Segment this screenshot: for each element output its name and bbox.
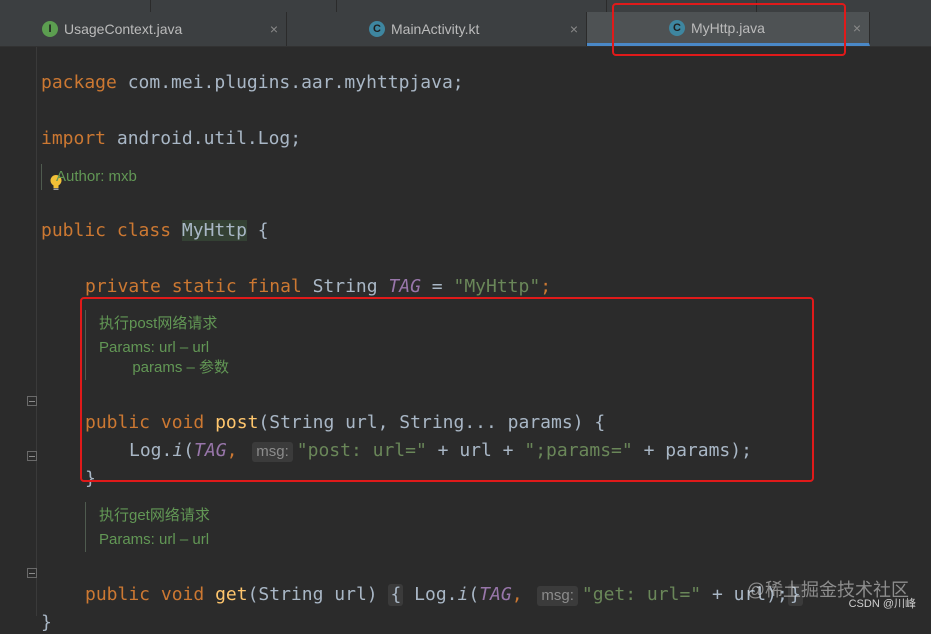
field-name: TAG (388, 276, 421, 297)
class-name[interactable]: MyHttp (181, 220, 247, 241)
keyword: package (41, 72, 117, 93)
code-line-get: public void get(String url) { Log.i(TAG,… (85, 562, 803, 606)
fold-marker-icon[interactable] (27, 396, 37, 406)
paren: ( (468, 584, 480, 605)
java-interface-icon: I (42, 21, 58, 37)
kotlin-class-icon: C (369, 21, 385, 37)
get-doc-line-2: Params: url – url (99, 531, 210, 548)
tab-mainactivity[interactable]: C MainActivity.kt × (287, 12, 587, 46)
method-call: i (457, 584, 469, 605)
watermark-small: CSDN @川峰 (848, 598, 916, 610)
close-icon[interactable]: × (853, 20, 861, 36)
doc-bar (85, 502, 86, 552)
tab-label: UsageContext.java (64, 21, 183, 37)
tab-usagecontext[interactable]: I UsageContext.java × (0, 12, 287, 46)
get-doc-line-1: 执行get网络请求 (99, 507, 210, 524)
code-line-import: import android.util.Log; (41, 106, 301, 150)
operator: = (420, 276, 454, 297)
code-line-class-close: } (41, 590, 52, 634)
get-params: (String url) (247, 584, 389, 605)
code-line-field: private static final String TAG = "MyHtt… (85, 254, 551, 298)
keyword: public void (85, 584, 205, 605)
code-line-package: package com.mei.plugins.aar.myhttpjava; (41, 50, 464, 94)
keyword: private static final (85, 276, 302, 297)
string-literal: "MyHttp" (453, 276, 541, 297)
highlight-box-post-method (80, 297, 814, 482)
brace: { (246, 220, 269, 241)
field-type: String (301, 276, 389, 297)
method-name: get (215, 584, 248, 605)
fold-marker-icon[interactable] (27, 568, 37, 578)
doc-bar (41, 164, 42, 190)
comma: , (511, 584, 534, 605)
tab-label: MainActivity.kt (391, 21, 480, 37)
keyword: import (41, 128, 107, 149)
string-literal: "get: url=" (581, 584, 702, 605)
semicolon: ; (540, 276, 552, 297)
fold-marker-icon[interactable] (27, 451, 37, 461)
tag-constant: TAG (479, 584, 512, 605)
code-line-class: public class MyHttp { (41, 198, 269, 242)
close-icon[interactable]: × (570, 21, 578, 37)
keyword: public class (41, 220, 172, 241)
close-icon[interactable]: × (270, 21, 278, 37)
log-class: Log. (403, 584, 458, 605)
gutter-divider (36, 47, 37, 616)
package-name: com.mei.plugins.aar.myhttpjava; (116, 72, 464, 93)
import-name: android.util.Log; (106, 128, 302, 149)
brace: } (41, 612, 52, 633)
param-hint: msg: (537, 586, 578, 606)
folded-brace[interactable]: { (388, 584, 404, 606)
class-doc-comment: Author: mxb (56, 168, 137, 185)
